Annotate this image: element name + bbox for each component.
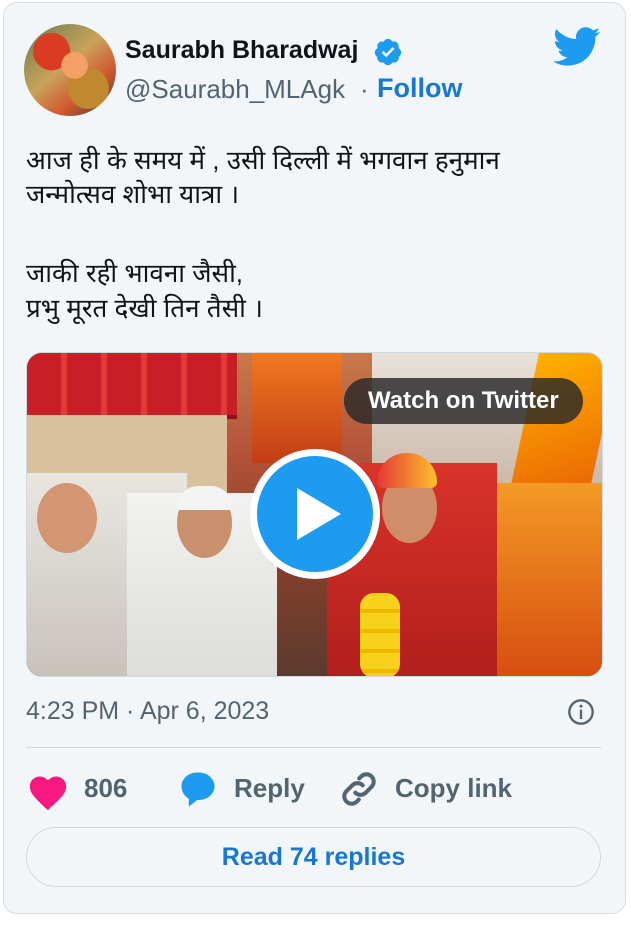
- scene-garland: [360, 593, 400, 676]
- scene-head: [37, 483, 97, 553]
- scene-banner: [252, 353, 342, 463]
- reply-button[interactable]: Reply: [234, 773, 305, 804]
- twitter-bird-icon[interactable]: [553, 27, 601, 67]
- read-replies-button[interactable]: Read 74 replies: [26, 827, 601, 887]
- tweet-text-line: आज ही के समय में , उसी दिल्ली में भगवान …: [26, 145, 500, 175]
- scene-person: [497, 483, 602, 676]
- tweet-card: Saurabh Bharadwaj @Saurabh_MLAgk · Follo…: [3, 2, 626, 914]
- avatar[interactable]: [24, 24, 116, 116]
- scene-awning: [27, 353, 237, 419]
- tweet-text-line: जन्मोत्सव शोभा यात्रा ।: [26, 179, 240, 209]
- info-icon[interactable]: [567, 698, 595, 726]
- heart-icon[interactable]: [26, 771, 70, 811]
- copy-link-button[interactable]: Copy link: [395, 773, 512, 804]
- author-handle[interactable]: @Saurabh_MLAgk: [125, 74, 345, 105]
- scene-cap: [177, 486, 232, 510]
- link-icon[interactable]: [337, 767, 381, 811]
- video-thumbnail[interactable]: Watch on Twitter: [26, 352, 603, 677]
- author-name[interactable]: Saurabh Bharadwaj: [125, 36, 358, 65]
- play-icon: [257, 456, 373, 572]
- tweet-text-line: जाकी रही भावना जैसी,: [26, 258, 244, 288]
- reply-bubble-icon[interactable]: [176, 767, 220, 811]
- tweet-text-line: प्रभु मूरत देखी तिन तैसी ।: [26, 293, 263, 323]
- divider: [26, 747, 601, 748]
- like-count[interactable]: 806: [84, 773, 127, 804]
- play-button[interactable]: [250, 449, 380, 579]
- separator-dot: ·: [360, 74, 369, 104]
- timestamp-link[interactable]: 4:23 PM · Apr 6, 2023: [26, 697, 269, 726]
- watch-on-twitter-button[interactable]: Watch on Twitter: [344, 378, 583, 424]
- verified-badge-icon: [374, 38, 402, 66]
- follow-link[interactable]: Follow: [377, 73, 462, 104]
